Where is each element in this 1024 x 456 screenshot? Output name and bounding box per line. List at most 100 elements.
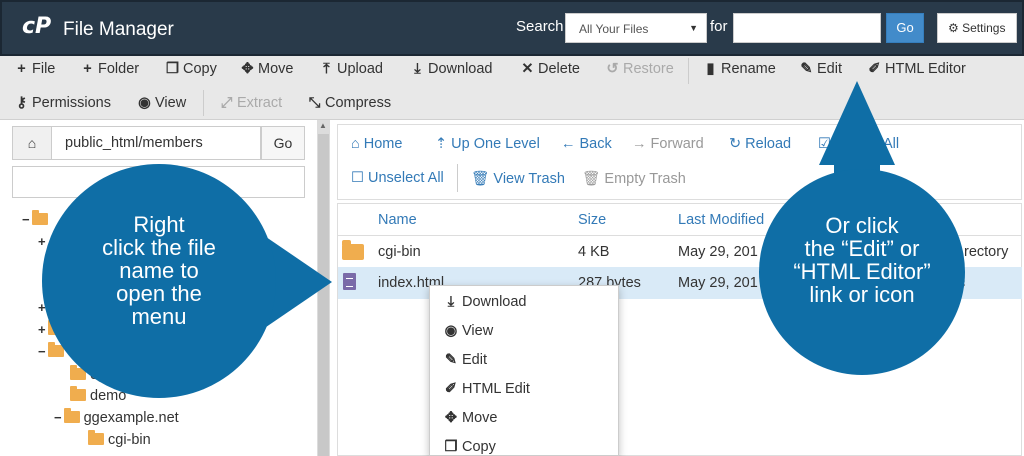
delete-button[interactable]: ✕ Delete [520, 61, 580, 77]
extract-button[interactable]: ⤢ Extract [219, 95, 282, 111]
move-label: Move [258, 61, 294, 77]
callout-arrow-up [819, 81, 895, 165]
restore-button[interactable]: ↺ Restore [605, 61, 674, 77]
move-button[interactable]: ✥ Move [240, 61, 293, 77]
plus-icon: + [83, 61, 92, 77]
home-icon[interactable]: ⌂ [12, 126, 52, 160]
edit-button[interactable]: ✎ Edit [799, 61, 842, 77]
copy-label: Copy [183, 61, 217, 77]
unselect-all-label: Unselect All [368, 170, 444, 186]
settings-button[interactable]: ⚙ Settings [937, 13, 1017, 43]
expand-icon: ⤢ [220, 95, 233, 111]
context-view[interactable]: ◉ View [444, 323, 494, 339]
context-edit[interactable]: ✎ Edit [444, 352, 487, 368]
home-label: Home [363, 136, 403, 152]
reload-label: Reload [745, 136, 792, 152]
unselect-all-button[interactable]: ☐ Unselect All [351, 170, 444, 186]
upload-button[interactable]: ⤒ Upload [319, 61, 383, 77]
new-file-label: File [32, 61, 56, 77]
column-header-size[interactable]: Size [578, 212, 606, 228]
extract-label: Extract [237, 95, 283, 111]
eye-icon: ◉ [138, 95, 151, 111]
copy-icon: ❐ [166, 61, 179, 77]
callout-line: link or icon [809, 282, 915, 307]
callout-line: menu [131, 304, 187, 329]
compress-button[interactable]: ⤡ Compress [307, 95, 391, 111]
path-go-button[interactable]: Go [261, 126, 305, 160]
forward-label: Forward [650, 136, 704, 152]
expand-icon: + [38, 322, 46, 337]
app-title: File Manager [63, 19, 174, 40]
collapse-icon: − [22, 212, 30, 227]
level-up-icon: ⇡ [435, 136, 448, 152]
home-button[interactable]: ⌂ Home [351, 136, 402, 152]
new-file-button[interactable]: + File [14, 61, 55, 77]
tree-root[interactable]: − [22, 210, 52, 228]
callout-line: open the [116, 281, 202, 306]
column-header-last-modified[interactable]: Last Modified [678, 212, 764, 228]
view-button[interactable]: ◉ View [137, 95, 186, 111]
download-button[interactable]: ⤓ Download [410, 61, 492, 77]
folder-open-icon [47, 342, 64, 357]
toolbar-divider [203, 90, 204, 116]
restore-label: Restore [623, 61, 674, 77]
file-modified: May 29, 201 [678, 244, 758, 260]
file-modified: May 29, 201 [678, 275, 758, 291]
view-trash-button[interactable]: 🗑 View Trash [471, 170, 565, 187]
html-editor-button[interactable]: ✐ HTML Editor [867, 61, 965, 77]
up-one-level-label: Up One Level [451, 136, 540, 152]
settings-label: Settings [962, 21, 1006, 35]
scroll-up-icon[interactable]: ▲ [319, 121, 327, 130]
search-label: Search [516, 18, 564, 35]
search-scope-select[interactable]: All Your Files ▼ [565, 13, 707, 43]
file-size: 4 KB [578, 244, 610, 260]
html-file-icon [343, 273, 356, 290]
search-scope-value: All Your Files [579, 22, 649, 36]
pencil-icon: ✎ [800, 61, 813, 77]
plus-icon: + [17, 61, 26, 77]
upload-icon: ⤒ [323, 61, 330, 77]
cpanel-logo: cP [22, 14, 52, 39]
reload-button[interactable]: ↻ Reload [729, 136, 791, 152]
callout-line: the “Edit” or [804, 236, 920, 261]
back-label: Back [579, 136, 612, 152]
move-icon: ✥ [444, 410, 458, 426]
home-icon: ⌂ [351, 136, 360, 152]
context-move[interactable]: ✥ Move [444, 410, 498, 426]
folder-open-icon [63, 408, 80, 423]
context-html-edit[interactable]: ✐ HTML Edit [444, 381, 530, 397]
new-folder-button[interactable]: + Folder [80, 61, 139, 77]
arrow-right-icon: → [632, 136, 647, 152]
expand-icon: + [38, 234, 46, 249]
tree-item-cgi-bin-sub[interactable]: cgi-bin [88, 430, 151, 448]
permissions-label: Permissions [32, 95, 111, 111]
up-one-level-button[interactable]: ⇡ Up One Level [435, 136, 540, 152]
view-trash-label: View Trash [493, 171, 565, 187]
column-header-name[interactable]: Name [378, 212, 417, 228]
edit-label: Edit [817, 61, 842, 77]
context-download[interactable]: ⤓ Download [444, 294, 527, 310]
search-go-button[interactable]: Go [886, 13, 924, 43]
move-icon: ✥ [241, 61, 254, 77]
tree-item-ggexample[interactable]: − ggexample.net [54, 408, 179, 426]
empty-trash-button[interactable]: 🗑 Empty Trash [582, 170, 686, 187]
context-label: Edit [462, 352, 487, 368]
copy-button[interactable]: ❐ Copy [165, 61, 217, 77]
file-name[interactable]: cgi-bin [378, 244, 421, 260]
callout-line: Or click [825, 213, 899, 238]
back-button[interactable]: ← Back [561, 136, 612, 152]
upload-label: Upload [337, 61, 383, 77]
empty-trash-label: Empty Trash [604, 171, 686, 187]
permissions-button[interactable]: ⚷ Permissions [14, 95, 111, 111]
key-icon: ⚷ [16, 95, 27, 111]
path-input[interactable]: public_html/members [52, 126, 261, 160]
folder-open-icon [31, 210, 48, 225]
context-label: Download [462, 294, 527, 310]
rename-button[interactable]: ▮ Rename [703, 61, 776, 77]
file-icon: ▮ [706, 61, 715, 77]
context-copy[interactable]: ❐ Copy [444, 439, 496, 455]
forward-button[interactable]: → Forward [632, 136, 704, 152]
tree-item-label: cgi-bin [108, 432, 151, 448]
callout-line: Right [133, 212, 185, 237]
search-input[interactable] [733, 13, 881, 43]
